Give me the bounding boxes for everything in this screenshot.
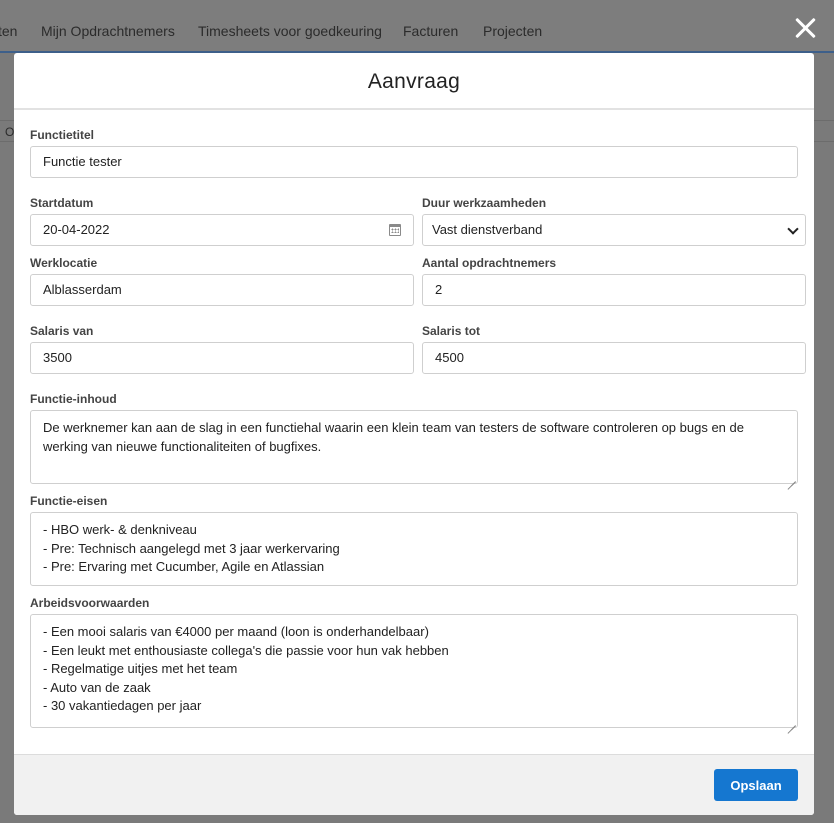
duur-select[interactable]: Vast dienstverband <box>422 214 806 246</box>
bg-row-fragment: O <box>5 125 15 139</box>
bg-tab-timesheets: Timesheets voor goedkeuring <box>198 23 382 39</box>
duur-value: Vast dienstverband <box>432 222 543 237</box>
aanvraag-modal: Aanvraag Functietitel Functie tester Sta… <box>14 53 814 815</box>
background-navigation: ten Mijn Opdrachtnemers Timesheets voor … <box>0 0 834 53</box>
resize-handle-icon[interactable] <box>787 473 796 482</box>
modal-body: Functietitel Functie tester Startdatum 2… <box>14 110 814 754</box>
salaris-van-input[interactable]: 3500 <box>30 342 414 374</box>
aantal-input[interactable]: 2 <box>422 274 806 306</box>
aantal-label: Aantal opdrachtnemers <box>422 256 557 270</box>
modal-title: Aanvraag <box>367 70 461 93</box>
functie-eisen-label: Functie-eisen <box>30 494 108 508</box>
calendar-icon[interactable] <box>389 224 401 236</box>
bg-tab-partial: ten <box>0 23 18 39</box>
functietitel-input[interactable]: Functie tester <box>30 146 798 178</box>
functie-eisen-line: - HBO werk- & denkniveau <box>43 522 197 537</box>
resize-handle-icon[interactable] <box>787 717 796 726</box>
startdatum-value: 20-04-2022 <box>43 222 110 237</box>
background-row: O <box>0 120 14 142</box>
modal-header: Aanvraag <box>14 53 814 110</box>
bg-tab-facturen: Facturen <box>403 23 459 39</box>
werklocatie-input[interactable]: Alblasserdam <box>30 274 414 306</box>
arbeidsvoorwaarden-line: - Regelmatige uitjes met het team <box>43 661 238 676</box>
arbeidsvoorwaarden-line: - Een mooi salaris van €4000 per maand (… <box>43 624 429 639</box>
arbeidsvoorwaarden-line: - Een leukt met enthousiaste collega's d… <box>43 642 449 658</box>
functie-inhoud-text: De werknemer kan aan de slag in een func… <box>43 420 744 454</box>
arbeidsvoorwaarden-line: - Auto van de zaak <box>43 679 151 695</box>
arbeidsvoorwaarden-line: - 30 vakantiedagen per jaar <box>43 698 202 713</box>
close-icon[interactable] <box>792 14 820 42</box>
salaris-tot-label: Salaris tot <box>422 324 481 338</box>
salaris-van-label: Salaris van <box>30 324 94 338</box>
werklocatie-label: Werklocatie <box>30 256 98 270</box>
functietitel-label: Functietitel <box>30 128 95 142</box>
functie-eisen-line: - Pre: Technisch aangelegd met 3 jaar we… <box>43 540 340 556</box>
arbeidsvoorwaarden-label: Arbeidsvoorwaarden <box>30 596 150 610</box>
functie-inhoud-label: Functie-inhoud <box>30 392 117 406</box>
functie-inhoud-textarea[interactable]: De werknemer kan aan de slag in een func… <box>30 410 798 484</box>
duur-label: Duur werkzaamheden <box>422 196 547 210</box>
bg-tab-mijn-opdrachtnemers: Mijn Opdrachtnemers <box>41 23 175 39</box>
arbeidsvoorwaarden-textarea[interactable]: - Een mooi salaris van €4000 per maand (… <box>30 614 798 728</box>
background-row-right <box>814 120 834 142</box>
bg-tab-projecten: Projecten <box>483 23 543 39</box>
salaris-tot-input[interactable]: 4500 <box>422 342 806 374</box>
functie-eisen-line: - Pre: Ervaring met Cucumber, Agile en A… <box>43 559 325 574</box>
startdatum-label: Startdatum <box>30 196 94 210</box>
functie-eisen-textarea[interactable]: - HBO werk- & denkniveau - Pre: Technisc… <box>30 512 798 586</box>
chevron-down-icon <box>787 223 799 235</box>
modal-footer: Opslaan <box>14 754 814 815</box>
save-button[interactable]: Opslaan <box>714 769 798 801</box>
startdatum-input[interactable]: 20-04-2022 <box>30 214 414 246</box>
